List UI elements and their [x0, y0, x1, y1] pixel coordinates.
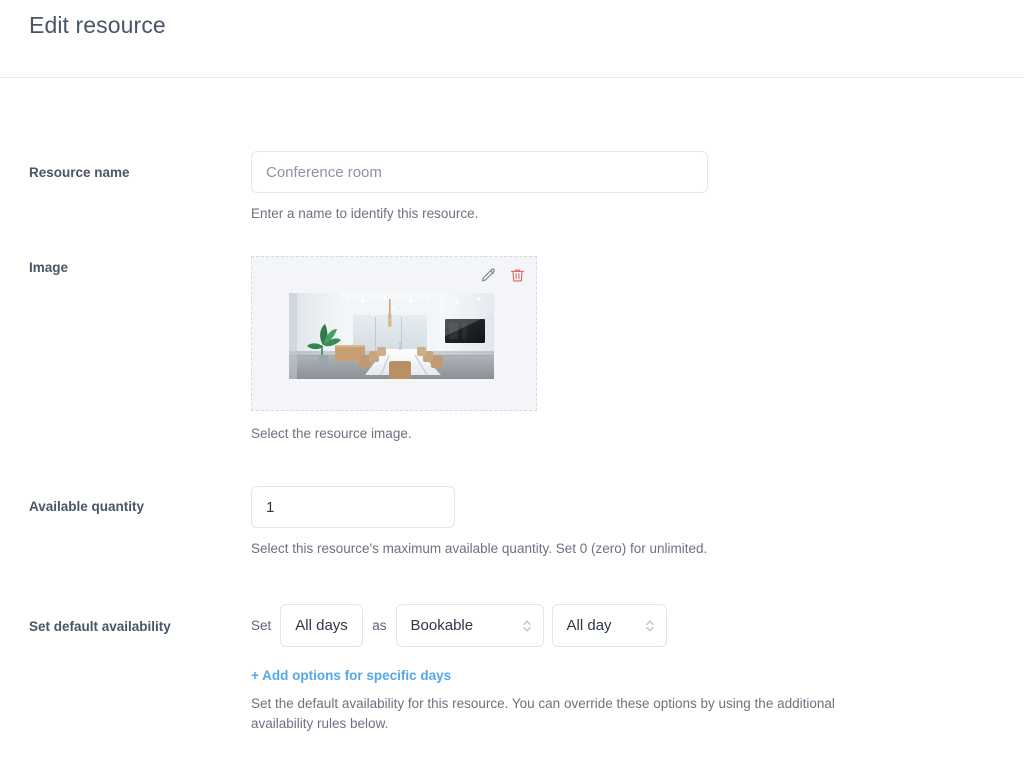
- availability-days-value: All days: [295, 617, 348, 634]
- availability-status-select[interactable]: Bookable: [395, 604, 544, 647]
- available-quantity-control: Select this resource's maximum available…: [251, 486, 707, 559]
- availability-controls: Set All days as Bookable All day: [251, 604, 667, 647]
- availability-status-value: Bookable: [410, 617, 474, 634]
- image-control: Select the resource image.: [251, 256, 537, 444]
- available-quantity-helper: Select this resource's maximum available…: [251, 541, 708, 556]
- availability-time-value: All day: [566, 617, 612, 634]
- image-helper: Select the resource image.: [251, 426, 412, 441]
- edit-resource-page: Edit resource Resource name Enter a name…: [0, 0, 1024, 766]
- availability-time-select[interactable]: All day: [551, 604, 667, 647]
- default-availability-label: Set default availability: [29, 619, 171, 634]
- page-header: Edit resource: [0, 0, 1024, 78]
- availability-middle-word: as: [372, 618, 387, 633]
- add-options-specific-days-link[interactable]: + Add options for specific days: [251, 668, 451, 683]
- chevron-updown-icon: [521, 617, 533, 635]
- default-availability-helper: Set the default availability for this re…: [251, 696, 835, 731]
- resource-thumbnail: [289, 293, 494, 379]
- image-tools: [479, 265, 526, 285]
- image-label: Image: [29, 260, 69, 275]
- resource-name-input[interactable]: [251, 151, 708, 193]
- availability-days-field[interactable]: All days: [280, 604, 364, 647]
- chevron-updown-icon: [644, 617, 656, 635]
- pencil-icon[interactable]: [479, 265, 497, 285]
- available-quantity-label: Available quantity: [29, 499, 145, 514]
- available-quantity-input[interactable]: [251, 486, 455, 528]
- resource-name-helper: Enter a name to identify this resource.: [251, 206, 479, 221]
- resource-name-control: Enter a name to identify this resource.: [251, 151, 708, 224]
- image-dropzone[interactable]: [251, 256, 537, 411]
- page-title: Edit resource: [29, 12, 166, 38]
- availability-prefix-word: Set: [251, 618, 272, 633]
- resource-name-label: Resource name: [29, 165, 130, 180]
- trash-icon[interactable]: [508, 265, 526, 285]
